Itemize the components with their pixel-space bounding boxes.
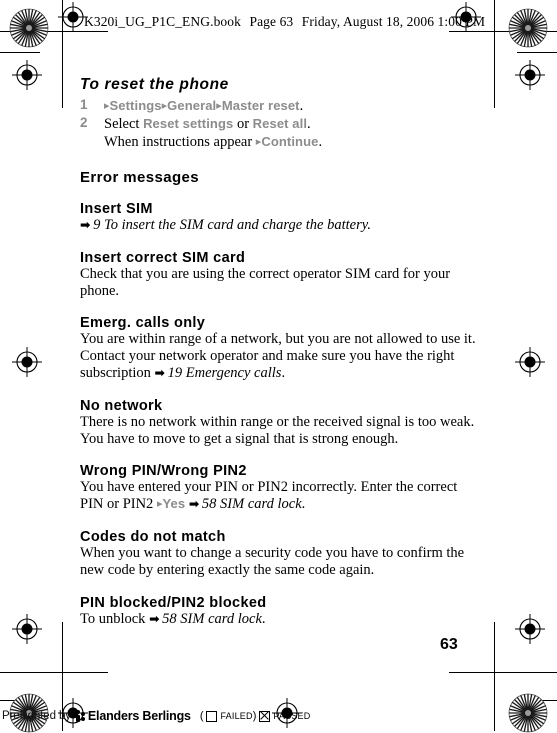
text-run: When instructions appear	[104, 134, 256, 150]
menu-path-token: Reset settings	[143, 116, 234, 131]
document-running-header: K320i_UG_P1C_ENG.book Page 63 Friday, Au…	[84, 14, 485, 30]
registration-mark-middle-right	[515, 347, 545, 377]
preflight-passed-label: PASSED	[273, 711, 311, 721]
entry-heading-pin-blocked: PIN blocked/PIN2 blocked	[80, 594, 267, 611]
checkbox-passed-checked-icon	[259, 710, 271, 722]
entry-body-insert-sim: ➡ 9 To insert the SIM card and charge th…	[80, 217, 480, 234]
step-line: When instructions appear ▸Continue.	[104, 133, 480, 151]
crop-line-right-top	[494, 0, 495, 108]
entry-body-wrong-pin: You have entered your PIN or PIN2 incorr…	[80, 479, 480, 513]
registration-mark-upper-left	[12, 60, 42, 90]
menu-path-token: Continue	[261, 134, 319, 149]
preflight-result-group: ( FAILED ) PASSED	[200, 710, 311, 722]
text-run: .	[318, 134, 323, 150]
menu-path-token: Reset all	[252, 116, 308, 131]
registration-mark-lower-left	[12, 614, 42, 644]
text-run: .	[261, 610, 266, 627]
header-filename: K320i_UG_P1C_ENG.book	[84, 14, 241, 29]
cross-reference: 9 To insert the SIM card and charge the …	[89, 217, 371, 233]
entry-heading-wrong-pin: Wrong PIN/Wrong PIN2	[80, 463, 247, 480]
entry-heading-no-network: No network	[80, 397, 163, 414]
star-target-bottom-right	[508, 693, 548, 733]
text-run: .	[281, 364, 286, 381]
text-run: .	[307, 116, 311, 132]
text-run: Check that you are using the correct ope…	[80, 265, 451, 299]
cross-reference-arrow-icon: ➡	[154, 364, 166, 380]
entry-heading-insert-sim: Insert SIM	[80, 201, 153, 217]
crop-line-left-top	[62, 0, 63, 108]
registration-mark-upper-right	[515, 60, 545, 90]
menu-path-token: Master reset	[221, 98, 300, 113]
entry-body-insert-correct-sim-card: Check that you are using the correct ope…	[80, 266, 480, 300]
step-number: 1	[80, 97, 88, 112]
crop-tick-bottom-right	[517, 700, 557, 701]
preflight-stamp: Preflighted by Elanders Berlings ( FAILE…	[2, 709, 310, 723]
preflight-by-label: Preflighted by	[2, 710, 71, 722]
menu-path-token: General	[167, 98, 217, 113]
crop-line-bottom-right	[449, 672, 557, 673]
step-line: Select Reset settings or Reset all.	[104, 115, 480, 133]
preflight-failed-label: FAILED	[220, 711, 253, 721]
crop-tick-bottom-left	[0, 700, 40, 701]
text-run: To unblock	[80, 610, 150, 627]
procedure-title: To reset the phone	[80, 76, 229, 93]
entry-body-pin-blocked: To unblock ➡ 58 SIM card lock.	[80, 611, 480, 628]
header-page-label: Page 63	[249, 14, 294, 29]
cross-reference-arrow-icon: ➡	[149, 610, 160, 626]
entry-heading-insert-correct-sim-card: Insert correct SIM card	[80, 249, 246, 266]
registration-mark-middle-left	[12, 347, 42, 377]
crop-line-top-right	[449, 31, 557, 32]
section-heading-error-messages: Error messages	[80, 169, 200, 186]
header-date: Friday, August 18, 2006 1:00 PM	[301, 14, 486, 29]
procedure-steps: 1 ▸Settings▸General▸Master reset. 2 Sele…	[80, 97, 480, 151]
crop-tick-top-right	[517, 52, 557, 53]
text-run: Select	[104, 116, 144, 132]
step-body: Select Reset settings or Reset all. When…	[104, 115, 480, 151]
crop-tick-top-left	[0, 52, 40, 53]
page-number: 63	[440, 636, 458, 653]
text-run: There is no network within range or the …	[80, 413, 475, 447]
menu-path-token: Settings	[109, 98, 162, 113]
registration-mark-lower-right	[515, 614, 545, 644]
entry-body-emerg-calls-only: You are within range of a network, but y…	[80, 331, 480, 381]
step-body: ▸Settings▸General▸Master reset.	[104, 97, 480, 115]
elanders-logo-icon	[75, 710, 85, 722]
cross-reference: 58 SIM card lock	[158, 610, 262, 627]
star-target-top-left	[9, 8, 49, 48]
checkbox-failed-icon	[206, 710, 218, 722]
procedure-step: 1 ▸Settings▸General▸Master reset.	[80, 97, 480, 115]
text-run: When you want to change a security code …	[80, 544, 465, 578]
entry-body-codes-do-not-match: When you want to change a security code …	[80, 545, 480, 579]
entry-heading-emerg-calls-only: Emerg. calls only	[80, 315, 206, 332]
preflight-open-paren: (	[199, 710, 204, 722]
menu-path-token: Yes	[162, 496, 186, 512]
crop-line-right-bottom	[494, 622, 495, 731]
procedure-step: 2 Select Reset settings or Reset all. Wh…	[80, 115, 480, 151]
cross-reference: 58 SIM card lock	[198, 496, 302, 513]
text-run: .	[299, 98, 304, 114]
step-line: ▸Settings▸General▸Master reset.	[104, 97, 480, 115]
preflight-company-name: Elanders Berlings	[87, 709, 191, 723]
crop-line-bottom-left	[0, 672, 108, 673]
entry-body-no-network: There is no network within range or the …	[80, 414, 480, 448]
entry-heading-codes-do-not-match: Codes do not match	[80, 528, 226, 545]
step-number: 2	[80, 115, 88, 130]
crop-line-top-left	[0, 31, 108, 32]
text-run: or	[233, 116, 253, 132]
page-content: To reset the phone 1 ▸Settings▸General▸M…	[80, 76, 480, 627]
star-target-top-right	[508, 8, 548, 48]
cross-reference-arrow-icon: ➡	[188, 496, 200, 512]
text-run: .	[301, 496, 306, 513]
cross-reference: 19 Emergency calls	[164, 364, 282, 381]
preflight-close-paren: )	[252, 710, 257, 722]
